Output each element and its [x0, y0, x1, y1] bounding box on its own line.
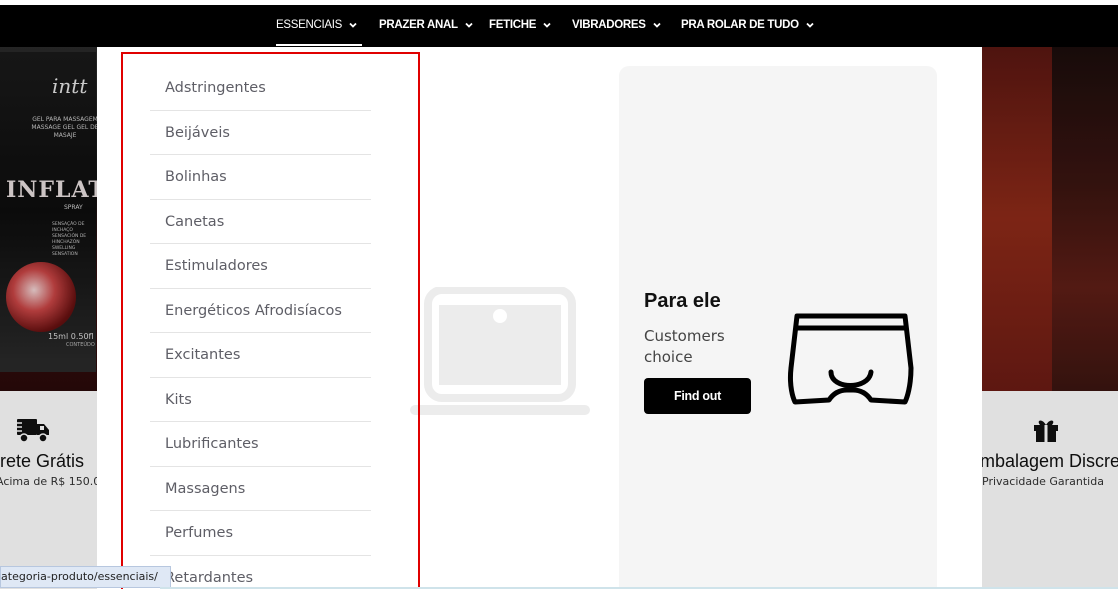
heart-graphic [6, 262, 76, 332]
submenu-item-canetas[interactable]: Canetas [150, 200, 371, 244]
submenu-item-massagens[interactable]: Massagens [150, 467, 371, 511]
hero-left-image: intt GEL PARA MASSAGEM MASSAGE GEL GEL D… [0, 47, 105, 391]
active-nav-underline [276, 44, 362, 46]
submenu-item-excitantes[interactable]: Excitantes [150, 333, 371, 378]
nav-item-label: PRA ROLAR DE TUDO [681, 19, 799, 31]
nav-item-fetiche[interactable]: FETICHE [489, 5, 552, 45]
status-bar-url: categoria-produto/essenciais/ [0, 566, 171, 588]
chevron-down-icon [543, 22, 551, 28]
free-shipping-subtitle: Acima de R$ 150.00 [0, 475, 100, 488]
promo-subtitle: Customers choice [644, 327, 725, 366]
nav-item-label: VIBRADORES [572, 19, 646, 31]
hero-person-figure [1052, 47, 1118, 391]
submenu-item-adstringentes[interactable]: Adstringentes [150, 66, 371, 111]
submenu-item-perfumes[interactable]: Perfumes [150, 511, 371, 556]
hero-right-image [982, 47, 1118, 391]
main-navigation: ESSENCIAIS PRAZER ANAL FETICHE VIBRADORE… [0, 5, 1118, 52]
product-subtitle: GEL PARA MASSAGEM MASSAGE GEL GEL DE MAS… [31, 116, 99, 139]
chevron-down-icon [653, 22, 661, 28]
product-brand: intt [52, 74, 88, 98]
submenu-item-kits[interactable]: Kits [150, 378, 371, 422]
submenu-item-estimuladores[interactable]: Estimuladores [150, 244, 371, 289]
discreet-packaging-title: Embalagem Discreta [982, 451, 1118, 471]
submenu-list: Adstringentes Beijáveis Bolinhas Canetas… [150, 66, 371, 589]
laptop-placeholder-icon [410, 287, 590, 415]
nav-item-label: FETICHE [489, 19, 537, 31]
nav-item-label: PRAZER ANAL [379, 19, 458, 31]
delivery-truck-icon [16, 419, 49, 443]
product-name: INFLAT [6, 177, 106, 203]
find-out-button[interactable]: Find out [644, 378, 751, 414]
promo-title: Para ele [644, 290, 721, 312]
product-type: SPRAY [64, 204, 83, 211]
nav-item-label: ESSENCIAIS [276, 19, 343, 31]
mega-menu-dropdown: Adstringentes Beijáveis Bolinhas Canetas… [97, 47, 982, 589]
chevron-down-icon [465, 22, 473, 28]
submenu-item-energeticos-afrodisiacos[interactable]: Energéticos Afrodisíacos [150, 289, 371, 333]
discreet-packaging-subtitle: Privacidade Garantida [982, 475, 1104, 488]
nav-item-prazer-anal[interactable]: PRAZER ANAL [379, 5, 474, 45]
nav-item-vibradores[interactable]: VIBRADORES [572, 5, 662, 45]
free-shipping-title: Frete Grátis [0, 451, 85, 471]
chevron-down-icon [349, 22, 357, 28]
submenu-item-retardantes[interactable]: Retardantes [150, 556, 371, 589]
boxer-briefs-icon [788, 313, 914, 405]
nav-item-essenciais[interactable]: ESSENCIAIS [276, 5, 358, 45]
promo-card: Para ele Customers choice Find out [619, 66, 937, 589]
nav-item-pra-rolar-de-tudo[interactable]: PRA ROLAR DE TUDO [681, 5, 815, 45]
product-description: SENSAÇÃO DE INCHAÇO SENSACIÓN DE HINCHAZ… [52, 222, 87, 257]
submenu-item-bolinhas[interactable]: Bolinhas [150, 155, 371, 200]
product-volume: 15ml 0.50fl [48, 332, 94, 341]
hero-robe-figure [982, 47, 1052, 391]
product-content-label: CONTEÚDO [66, 342, 95, 348]
chevron-down-icon [806, 22, 814, 28]
gift-icon [1034, 420, 1058, 442]
product-package-image: intt GEL PARA MASSAGEM MASSAGE GEL GEL D… [0, 52, 105, 372]
submenu-item-lubrificantes[interactable]: Lubrificantes [150, 422, 371, 467]
submenu-item-beijaveis[interactable]: Beijáveis [150, 111, 371, 155]
